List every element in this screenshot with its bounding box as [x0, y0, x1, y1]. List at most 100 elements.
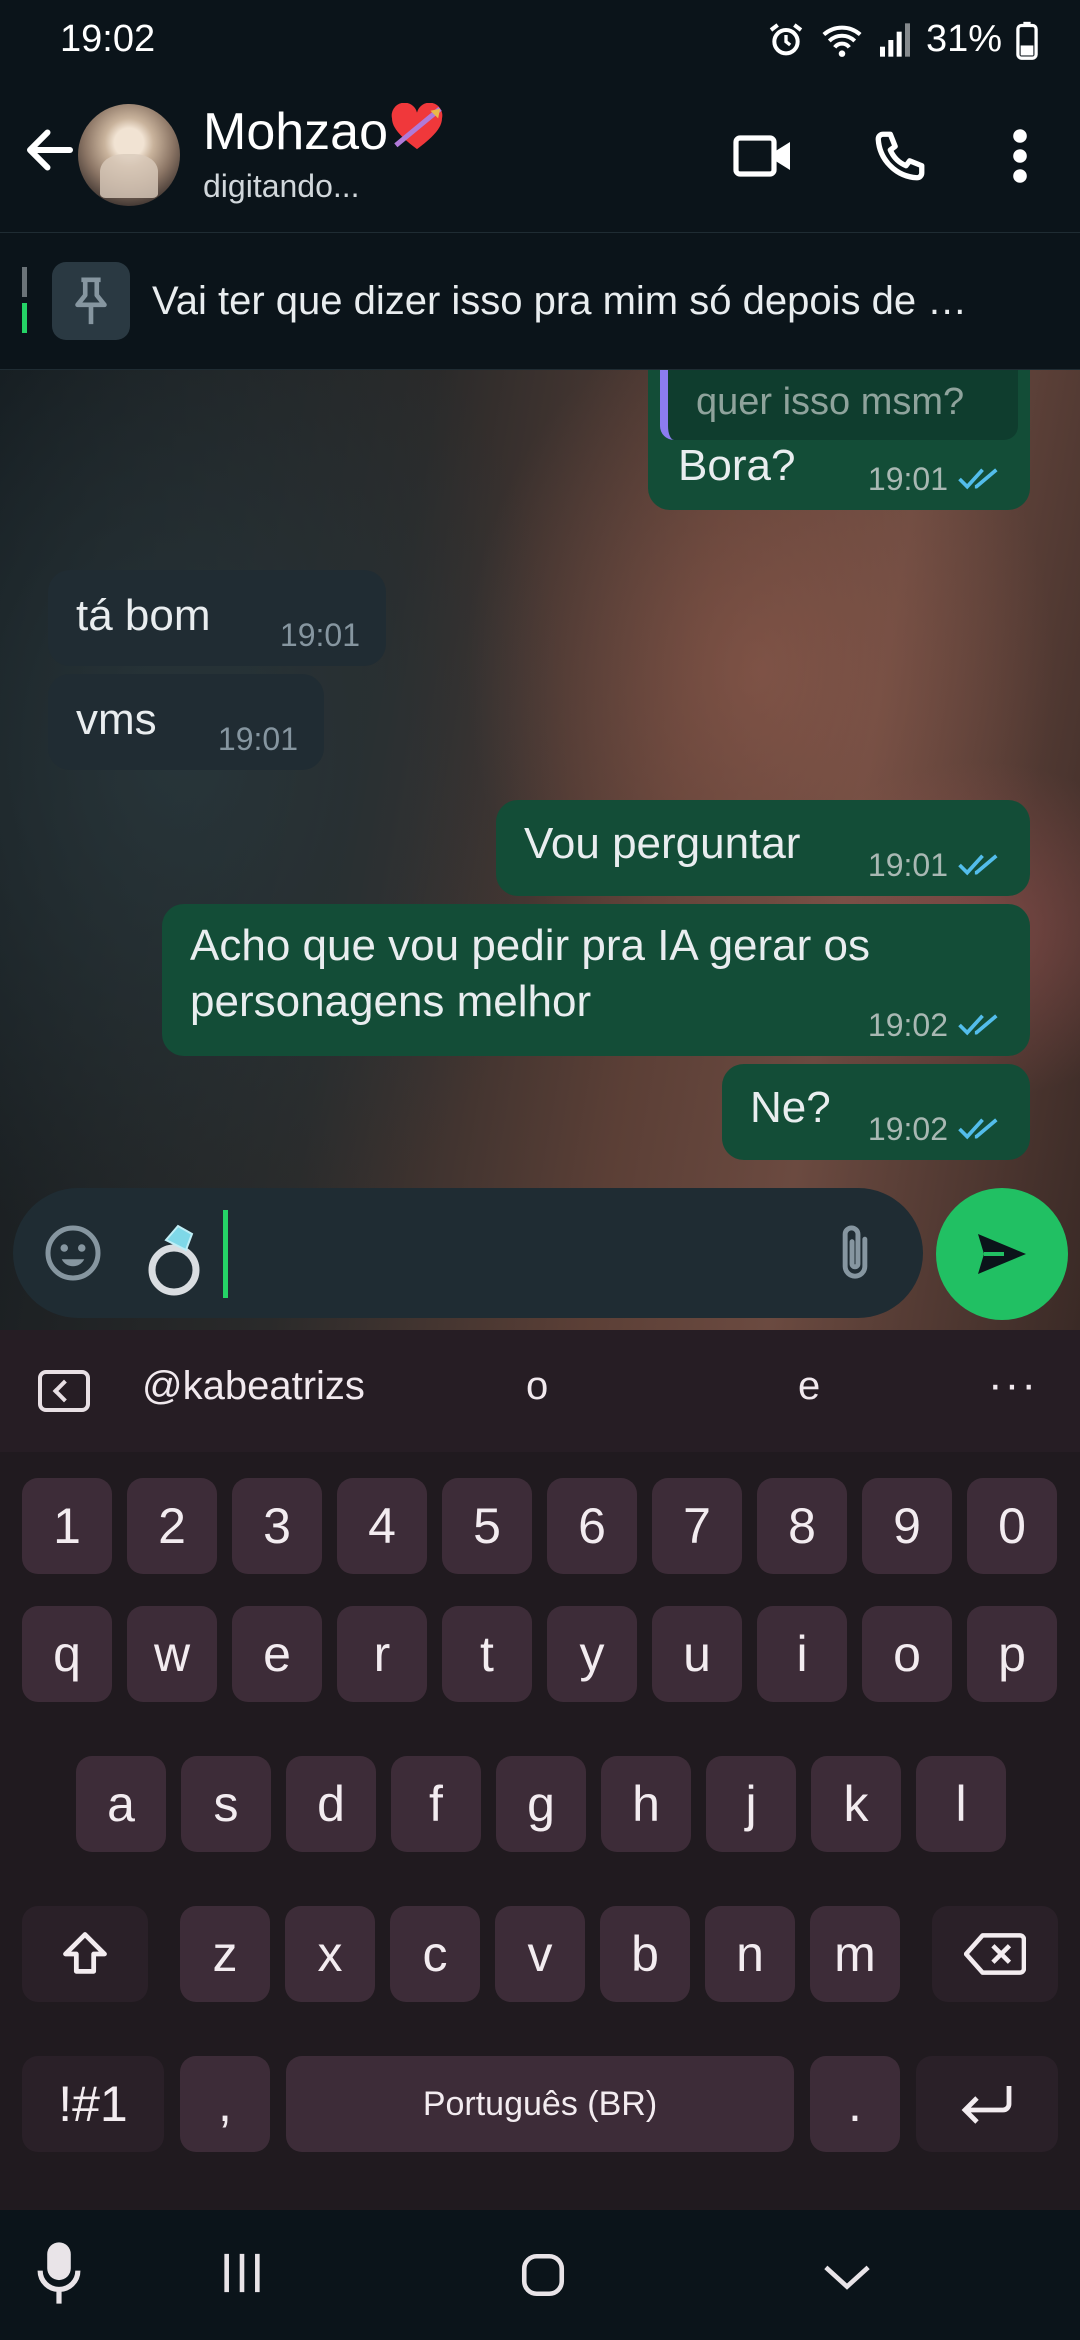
key-z[interactable]: z: [180, 1906, 270, 2002]
read-ticks-icon: [958, 1014, 998, 1036]
pin-icon-box: [52, 262, 130, 340]
key-l[interactable]: l: [916, 1756, 1006, 1852]
key-y[interactable]: y: [547, 1606, 637, 1702]
battery-percent: 31%: [925, 18, 1002, 60]
pinned-message-bar[interactable]: Vai ter que dizer isso pra mim só depois…: [0, 232, 1080, 370]
key-o[interactable]: o: [862, 1606, 952, 1702]
recent-apps-icon[interactable]: [218, 2250, 266, 2296]
message-text: Acho que vou pedir pra IA gerar os perso…: [190, 921, 870, 1026]
key-k[interactable]: k: [811, 1756, 901, 1852]
message-text: tá bom: [76, 591, 211, 640]
key-d[interactable]: d: [286, 1756, 376, 1852]
message-time: 19:02: [867, 1111, 948, 1147]
backspace-icon: [964, 1933, 1026, 1975]
key-n[interactable]: n: [705, 1906, 795, 2002]
message-incoming[interactable]: tá bom 19:01: [48, 570, 386, 666]
contact-name-text: Mohzao: [203, 103, 388, 161]
emoji-icon[interactable]: [43, 1223, 103, 1283]
suggestion-3[interactable]: e: [798, 1364, 820, 1409]
message-outgoing[interactable]: Vou perguntar 19:01: [496, 800, 1030, 896]
more-options-button[interactable]: [980, 118, 1060, 194]
key-v[interactable]: v: [495, 1906, 585, 2002]
backspace-key[interactable]: [932, 1906, 1058, 2002]
shift-key[interactable]: [22, 1906, 148, 2002]
keyboard-toolbar-back-icon[interactable]: [38, 1370, 90, 1412]
attach-icon[interactable]: [825, 1222, 885, 1286]
back-arrow-icon[interactable]: [20, 120, 80, 180]
message-outgoing[interactable]: Acho que vou pedir pra IA gerar os perso…: [162, 904, 1030, 1056]
key-2[interactable]: 2: [127, 1478, 217, 1574]
key-j[interactable]: j: [706, 1756, 796, 1852]
typing-status: digitando...: [203, 168, 360, 204]
key-g[interactable]: g: [496, 1756, 586, 1852]
more-suggestions-icon[interactable]: ···: [988, 1360, 1038, 1410]
period-key[interactable]: .: [810, 2056, 900, 2152]
contact-name[interactable]: Mohzao: [203, 102, 446, 162]
key-9[interactable]: 9: [862, 1478, 952, 1574]
heart-arrow-emoji: [391, 102, 443, 150]
suggestion-bar: @kabeatrizs o e ···: [0, 1330, 1080, 1452]
text-caret: [223, 1210, 228, 1298]
hide-keyboard-icon[interactable]: [822, 2262, 872, 2292]
message-meta: 19:02: [868, 1112, 1004, 1146]
key-w[interactable]: w: [127, 1606, 217, 1702]
send-button[interactable]: [936, 1188, 1068, 1320]
key-s[interactable]: s: [181, 1756, 271, 1852]
key-4[interactable]: 4: [337, 1478, 427, 1574]
home-icon[interactable]: [518, 2250, 568, 2300]
read-ticks-icon: [958, 1118, 998, 1140]
key-3[interactable]: 3: [232, 1478, 322, 1574]
keyboard: @kabeatrizs o e ··· !#1 , Português (BR)…: [0, 1330, 1080, 2210]
pinned-message-text: Vai ter que dizer isso pra mim só depois…: [152, 279, 968, 323]
quoted-message[interactable]: quer isso msm?: [660, 370, 1018, 440]
message-outgoing[interactable]: quer isso msm? Bora? 19:01: [648, 370, 1030, 510]
avatar[interactable]: [78, 104, 180, 206]
microphone-icon[interactable]: [34, 2240, 84, 2306]
key-m[interactable]: m: [810, 1906, 900, 2002]
key-e[interactable]: e: [232, 1606, 322, 1702]
key-u[interactable]: u: [652, 1606, 742, 1702]
key-i[interactable]: i: [757, 1606, 847, 1702]
message-meta: 19:01: [868, 848, 1004, 882]
key-f[interactable]: f: [391, 1756, 481, 1852]
key-1[interactable]: 1: [22, 1478, 112, 1574]
symbols-key[interactable]: !#1: [22, 2056, 164, 2152]
suggestion-1[interactable]: @kabeatrizs: [142, 1364, 365, 1409]
message-incoming[interactable]: vms 19:01: [48, 674, 324, 770]
key-8[interactable]: 8: [757, 1478, 847, 1574]
status-icons: 31%: [766, 18, 1038, 61]
key-a[interactable]: a: [76, 1756, 166, 1852]
key-7[interactable]: 7: [652, 1478, 742, 1574]
message-time: 19:01: [867, 847, 948, 883]
comma-key[interactable]: ,: [180, 2056, 270, 2152]
message-input[interactable]: 💍: [13, 1188, 923, 1318]
message-text: Vou perguntar: [524, 819, 801, 868]
pin-icon: [75, 277, 107, 325]
enter-key[interactable]: [916, 2056, 1058, 2152]
key-p[interactable]: p: [967, 1606, 1057, 1702]
enter-icon: [961, 2086, 1012, 2124]
key-6[interactable]: 6: [547, 1478, 637, 1574]
key-r[interactable]: r: [337, 1606, 427, 1702]
key-h[interactable]: h: [601, 1756, 691, 1852]
message-meta: 19:01: [280, 618, 360, 652]
key-0[interactable]: 0: [967, 1478, 1057, 1574]
suggestion-2[interactable]: o: [526, 1364, 548, 1409]
quoted-text: quer isso msm?: [696, 381, 965, 423]
key-x[interactable]: x: [285, 1906, 375, 2002]
space-key[interactable]: Português (BR): [286, 2056, 794, 2152]
message-text: Ne?: [750, 1083, 831, 1132]
key-b[interactable]: b: [600, 1906, 690, 2002]
voice-call-button[interactable]: [862, 118, 938, 194]
signal-icon: [879, 22, 910, 57]
message-outgoing[interactable]: Ne? 19:02: [722, 1064, 1030, 1160]
key-q[interactable]: q: [22, 1606, 112, 1702]
key-5[interactable]: 5: [442, 1478, 532, 1574]
chat-messages[interactable]: quer isso msm? Bora? 19:01 tá bom 19:01 …: [0, 370, 1080, 1330]
key-t[interactable]: t: [442, 1606, 532, 1702]
message-meta: 19:02: [868, 1008, 1004, 1042]
video-call-button[interactable]: [726, 118, 802, 194]
key-c[interactable]: c: [390, 1906, 480, 2002]
message-time: 19:01: [279, 617, 360, 653]
status-bar: 19:02 31%: [0, 0, 1080, 82]
